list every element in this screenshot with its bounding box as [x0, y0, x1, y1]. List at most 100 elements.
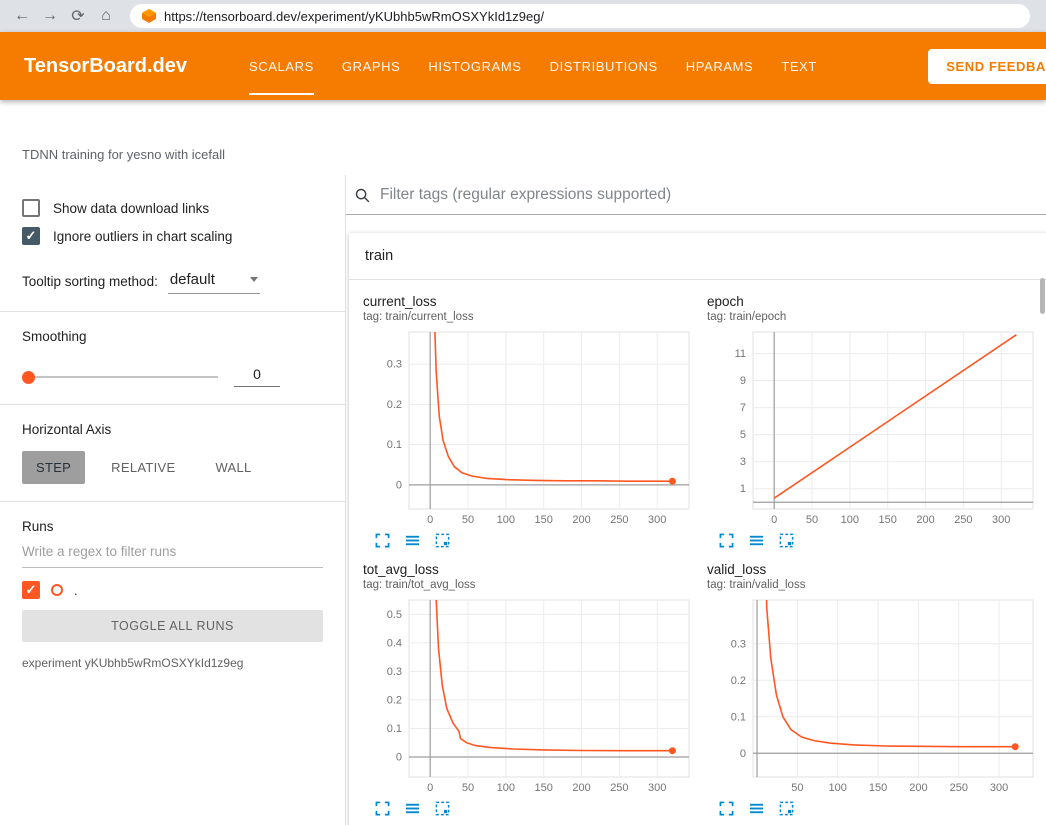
svg-text:150: 150 — [879, 514, 897, 526]
chevron-down-icon — [250, 277, 258, 282]
address-bar[interactable]: https://tensorboard.dev/experiment/yKUbh… — [130, 4, 1030, 28]
toggle-all-runs-button[interactable]: TOGGLE ALL RUNS — [22, 610, 323, 642]
chart-tag: tag: train/current_loss — [363, 311, 699, 323]
svg-text:0.3: 0.3 — [387, 359, 402, 371]
runs-filter-input[interactable] — [22, 534, 323, 568]
svg-text:250: 250 — [954, 514, 972, 526]
tab-label: HISTOGRAMS — [428, 59, 521, 74]
tab-text[interactable]: TEXT — [781, 32, 817, 100]
expand-chart-icon[interactable] — [375, 533, 390, 548]
svg-text:200: 200 — [909, 782, 927, 794]
tooltip-sorting-label: Tooltip sorting method: — [22, 274, 158, 294]
tooltip-sorting-value: default — [170, 271, 215, 288]
smoothing-value-input[interactable]: 0 — [234, 366, 280, 387]
svg-text:100: 100 — [829, 782, 847, 794]
svg-text:0.1: 0.1 — [387, 439, 402, 451]
run-row[interactable]: ✓ . — [22, 581, 323, 599]
svg-text:50: 50 — [806, 514, 818, 526]
relative-button[interactable]: RELATIVE — [97, 451, 189, 484]
chart-plot-valid-loss[interactable]: 00.10.20.350100150200250300 — [707, 595, 1043, 795]
scrollbar-thumb[interactable] — [1040, 278, 1045, 314]
nav-tabs: SCALARS GRAPHS HISTOGRAMS DISTRIBUTIONS … — [235, 32, 831, 100]
browser-toolbar: ← → ⟳ ⌂ https://tensorboard.dev/experime… — [0, 0, 1046, 32]
forward-icon[interactable]: → — [38, 7, 62, 25]
svg-text:9: 9 — [740, 375, 746, 387]
fit-domain-icon[interactable] — [435, 533, 450, 548]
svg-text:50: 50 — [462, 514, 474, 526]
show-download-links-checkbox[interactable]: Show data download links — [22, 199, 323, 217]
tooltip-sorting-select[interactable]: default — [168, 269, 260, 294]
horizontal-axis-label: Horizontal Axis — [22, 422, 323, 437]
tab-scalars[interactable]: SCALARS — [249, 32, 314, 100]
smoothing-slider[interactable] — [22, 367, 218, 387]
chart-card-epoch: epoch tag: train/epoch 13579110501001502… — [707, 294, 1043, 548]
tab-label: TEXT — [781, 59, 817, 74]
reload-icon[interactable]: ⟳ — [66, 6, 90, 26]
tab-histograms[interactable]: HISTOGRAMS — [428, 32, 521, 100]
svg-text:0: 0 — [427, 514, 433, 526]
expand-chart-icon[interactable] — [719, 801, 734, 816]
section-header-train[interactable]: train — [349, 233, 1046, 280]
svg-text:0: 0 — [771, 514, 777, 526]
chart-tag: tag: train/epoch — [707, 311, 1043, 323]
svg-text:150: 150 — [535, 782, 553, 794]
back-icon[interactable]: ← — [10, 7, 34, 25]
horizontal-axis-buttons: STEP RELATIVE WALL — [22, 451, 323, 484]
sidebar-divider — [0, 404, 345, 405]
svg-text:100: 100 — [497, 782, 515, 794]
checkbox-unchecked-icon — [22, 199, 40, 217]
svg-text:1: 1 — [740, 483, 746, 495]
checkbox-label: Show data download links — [53, 201, 209, 216]
send-feedback-button[interactable]: SEND FEEDBACK — [928, 49, 1046, 84]
view-options-icon[interactable] — [749, 801, 764, 816]
svg-text:150: 150 — [869, 782, 887, 794]
expand-chart-icon[interactable] — [719, 533, 734, 548]
svg-text:0.5: 0.5 — [387, 609, 402, 621]
chart-card-current-loss: current_loss tag: train/current_loss 00.… — [363, 294, 699, 548]
fit-domain-icon[interactable] — [435, 801, 450, 816]
wall-button[interactable]: WALL — [201, 451, 265, 484]
svg-text:300: 300 — [648, 514, 666, 526]
svg-text:100: 100 — [841, 514, 859, 526]
chart-tag: tag: train/tot_avg_loss — [363, 579, 699, 591]
fit-domain-icon[interactable] — [779, 801, 794, 816]
runs-label: Runs — [22, 519, 323, 534]
search-icon — [354, 187, 371, 204]
experiment-title: TDNN training for yesno with icefall — [22, 147, 225, 162]
tab-hparams[interactable]: HPARAMS — [686, 32, 754, 100]
settings-sidebar: Show data download links ✓ Ignore outlie… — [0, 175, 345, 825]
tab-graphs[interactable]: GRAPHS — [342, 32, 401, 100]
chart-plot-tot-avg-loss[interactable]: 00.10.20.30.40.5050100150200250300 — [363, 595, 699, 795]
expand-chart-icon[interactable] — [375, 801, 390, 816]
chart-plot-epoch[interactable]: 1357911050100150200250300 — [707, 327, 1043, 527]
chart-plot-current-loss[interactable]: 00.10.20.3050100150200250300 — [363, 327, 699, 527]
chart-toolbar — [363, 801, 699, 816]
step-button[interactable]: STEP — [22, 451, 85, 484]
ignore-outliers-checkbox[interactable]: ✓ Ignore outliers in chart scaling — [22, 227, 323, 245]
svg-text:300: 300 — [648, 782, 666, 794]
svg-text:200: 200 — [572, 782, 590, 794]
svg-text:250: 250 — [950, 782, 968, 794]
svg-text:0.1: 0.1 — [731, 711, 746, 723]
view-options-icon[interactable] — [405, 801, 420, 816]
svg-text:200: 200 — [916, 514, 934, 526]
tensorboard-favicon — [142, 9, 156, 23]
svg-text:50: 50 — [462, 782, 474, 794]
filter-tags-input[interactable] — [380, 186, 1036, 204]
svg-text:0.2: 0.2 — [731, 675, 746, 687]
fit-domain-icon[interactable] — [779, 533, 794, 548]
tab-distributions[interactable]: DISTRIBUTIONS — [550, 32, 658, 100]
subheader: TDNN training for yesno with icefall — [0, 100, 1046, 175]
svg-text:0.4: 0.4 — [387, 637, 402, 649]
view-options-icon[interactable] — [749, 533, 764, 548]
page: ← → ⟳ ⌂ https://tensorboard.dev/experime… — [0, 0, 1046, 825]
brand[interactable]: TensorBoard.dev — [24, 55, 187, 78]
svg-text:250: 250 — [610, 514, 628, 526]
view-options-icon[interactable] — [405, 533, 420, 548]
svg-text:11: 11 — [735, 348, 746, 360]
filter-tags-row — [346, 175, 1046, 215]
chart-toolbar — [363, 533, 699, 548]
slider-thumb[interactable] — [22, 371, 35, 384]
svg-text:7: 7 — [740, 402, 746, 414]
home-icon[interactable]: ⌂ — [94, 7, 118, 25]
